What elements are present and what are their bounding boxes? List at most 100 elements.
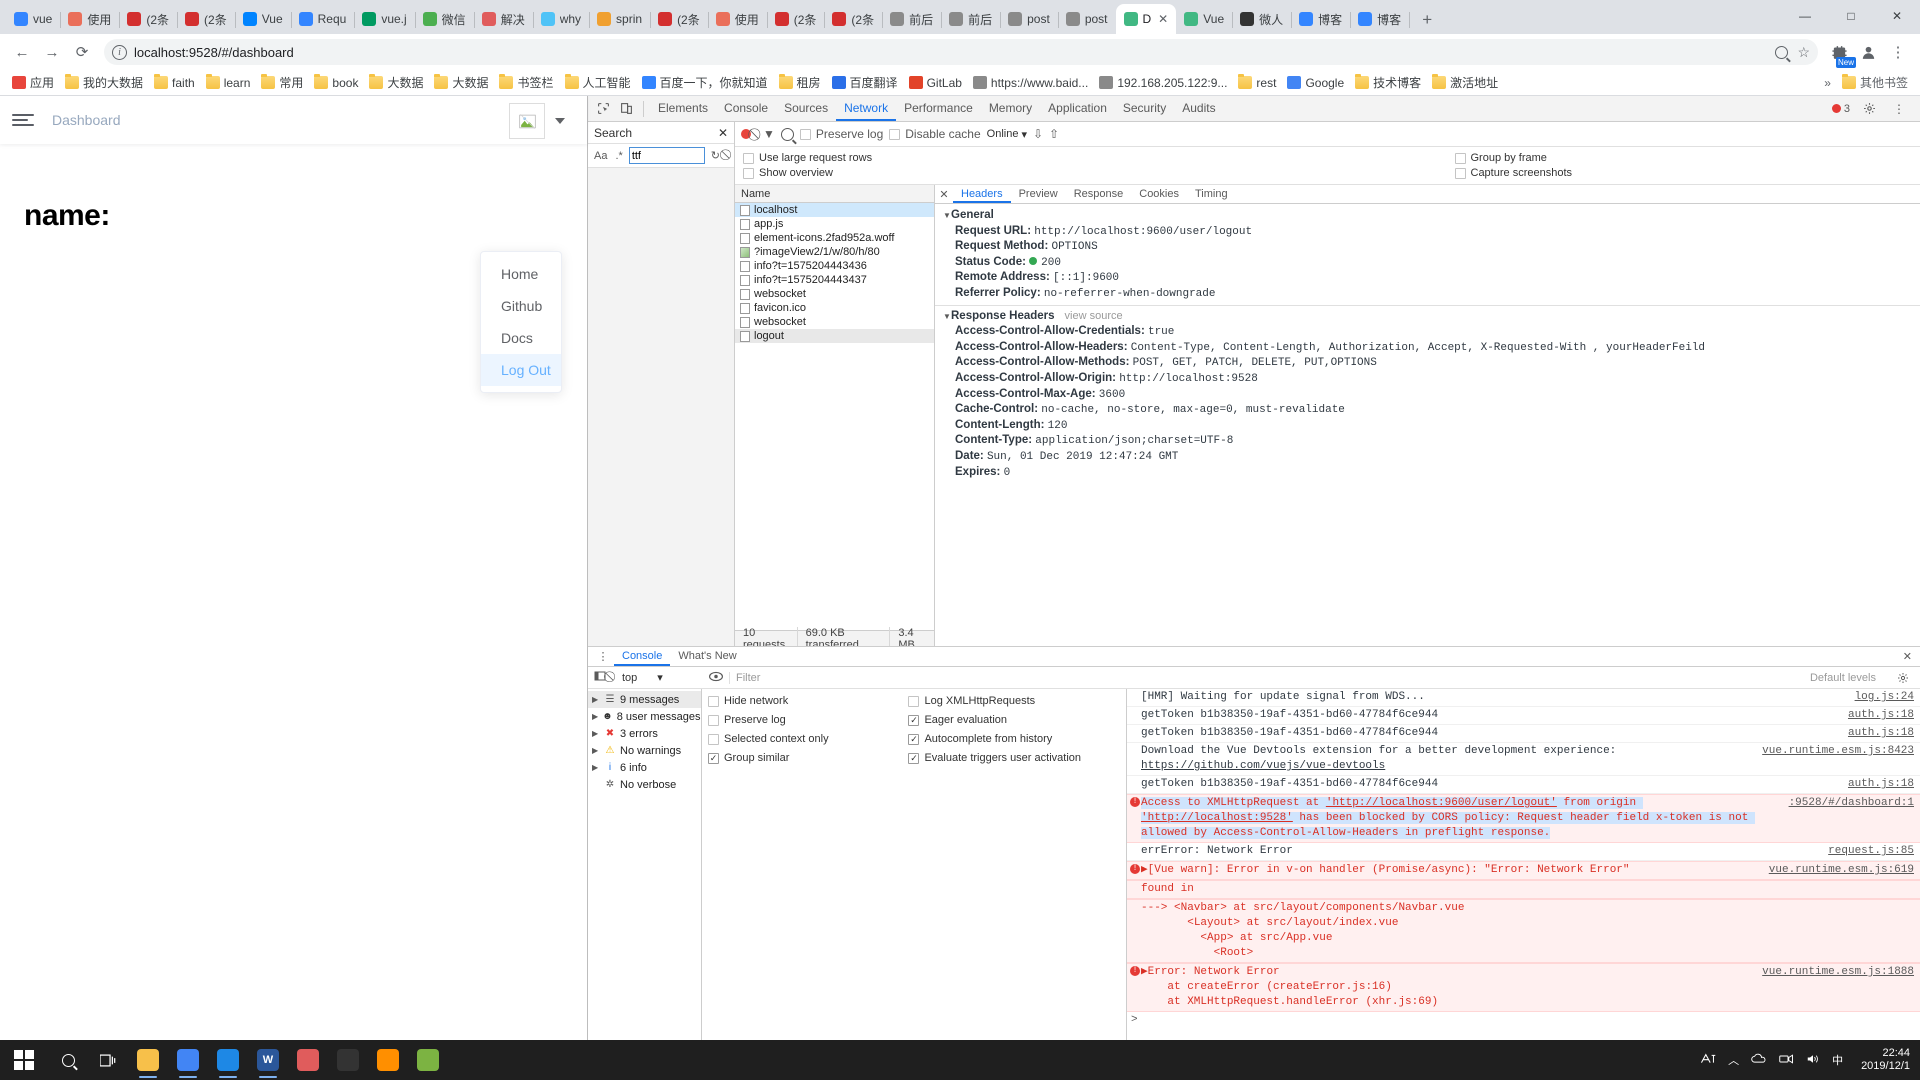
console-message[interactable]: getToken b1b38350-19af-4351-bd60-47784f6… <box>1127 776 1920 794</box>
cloud-icon[interactable] <box>1751 1053 1767 1067</box>
browser-tab[interactable]: post <box>1058 4 1117 34</box>
capture-screenshots-checkbox[interactable]: Capture screenshots <box>1454 167 1572 179</box>
disable-cache-checkbox[interactable]: Disable cache <box>889 127 981 141</box>
inspect-element-icon[interactable] <box>592 98 614 120</box>
bookmark-item[interactable]: 人工智能 <box>560 72 636 93</box>
bookmark-item[interactable]: GitLab <box>904 74 967 92</box>
throttling-select[interactable]: Online ▾ <box>987 128 1027 141</box>
dropdown-item-github[interactable]: Github <box>481 290 561 322</box>
console-sidebar-item[interactable]: ▶ ☻ 8 user messages <box>588 708 701 725</box>
bookmark-item[interactable]: Google <box>1282 74 1349 92</box>
console-source-link[interactable]: vue.runtime.esm.js:619 <box>1757 863 1920 878</box>
console-source-link[interactable]: :9528/#/dashboard:1 <box>1777 796 1920 841</box>
network-icon[interactable] <box>1779 1053 1794 1068</box>
drawer-more-button[interactable]: ⋮ <box>592 646 614 668</box>
devtools-tab-security[interactable]: Security <box>1115 96 1174 121</box>
browser-tab[interactable]: vue <box>6 4 62 34</box>
dropdown-item-docs[interactable]: Docs <box>481 322 561 354</box>
console-message[interactable]: getToken b1b38350-19af-4351-bd60-47784f6… <box>1127 707 1920 725</box>
browser-tab[interactable]: post <box>1000 4 1059 34</box>
extension-button[interactable]: New <box>1826 39 1856 68</box>
browser-tab[interactable]: (2条 <box>767 4 826 34</box>
filter-icon[interactable]: ▼ <box>763 127 775 141</box>
drawer-tab-what-s-new[interactable]: What's New <box>670 647 744 666</box>
devtools-more-button[interactable]: ⋮ <box>1888 98 1910 120</box>
new-tab-button[interactable]: + <box>1413 6 1441 34</box>
devtools-tab-elements[interactable]: Elements <box>650 96 716 121</box>
devtools-tab-network[interactable]: Network <box>836 96 897 121</box>
taskbar-search-icon[interactable] <box>48 1040 88 1080</box>
request-row[interactable]: info?t=1575204443436 <box>735 259 934 273</box>
bookmark-item[interactable]: 技术博客 <box>1350 72 1426 93</box>
other-bookmarks-button[interactable]: 其他书签 <box>1837 72 1913 93</box>
browser-tab[interactable]: 微人 <box>1232 4 1293 34</box>
evaluate-triggers-checkbox[interactable]: ✓ Evaluate triggers user activation <box>908 752 1081 764</box>
taskbar-app-music-player[interactable] <box>288 1040 328 1080</box>
console-message[interactable]: getToken b1b38350-19af-4351-bd60-47784f6… <box>1127 725 1920 743</box>
browser-tab[interactable]: (2条 <box>177 4 236 34</box>
drawer-close-icon[interactable]: ✕ <box>1903 650 1920 663</box>
bookmark-item[interactable]: 192.168.205.122:9... <box>1094 74 1232 92</box>
console-sidebar-item[interactable]: ▶ ☰ 9 messages <box>588 691 701 708</box>
console-source-link[interactable]: vue.runtime.esm.js:1888 <box>1750 965 1920 1010</box>
console-sidebar-item[interactable]: ▶ ⚠ No warnings <box>588 742 701 759</box>
language-indicator[interactable]: 中 <box>1832 1052 1843 1068</box>
hide-network-checkbox[interactable]: Hide network <box>708 695 829 707</box>
browser-tab[interactable]: vue.j <box>354 4 416 34</box>
triangle-icon[interactable]: ▶ <box>592 763 600 772</box>
eager-evaluation-checkbox[interactable]: ✓ Eager evaluation <box>908 714 1081 726</box>
bookmarks-overflow-button[interactable]: » <box>1824 76 1831 90</box>
browser-tab[interactable]: (2条 <box>824 4 884 34</box>
devtools-tab-console[interactable]: Console <box>716 96 776 121</box>
browser-tab[interactable]: D ✕ <box>1115 4 1177 34</box>
bookmark-star-icon[interactable]: ☆ <box>1797 44 1810 61</box>
profile-avatar-button[interactable] <box>1854 38 1882 66</box>
taskbar-app-word[interactable]: W <box>248 1040 288 1080</box>
execution-context-select[interactable]: top ▾ <box>618 671 703 685</box>
close-icon[interactable]: ✕ <box>935 188 953 201</box>
site-info-icon[interactable]: i <box>112 44 127 60</box>
devtools-tab-performance[interactable]: Performance <box>896 96 981 121</box>
window-close-button[interactable]: ✕ <box>1874 0 1920 32</box>
request-row[interactable]: localhost <box>735 203 934 217</box>
response-headers-section-title[interactable]: ▼Response Headers view source <box>935 309 1920 325</box>
match-case-toggle[interactable]: Aa <box>592 150 609 162</box>
console-source-link[interactable]: auth.js:18 <box>1836 777 1920 792</box>
triangle-icon[interactable]: ▶ <box>592 729 600 738</box>
close-icon[interactable]: ✕ <box>718 126 728 140</box>
browser-menu-button[interactable]: ⋮ <box>1884 38 1912 66</box>
sidebar-toggle-icon[interactable] <box>594 670 606 685</box>
task-view-icon[interactable] <box>88 1040 128 1080</box>
bookmark-item[interactable]: https://www.baid... <box>968 74 1093 92</box>
record-button[interactable] <box>741 129 751 139</box>
browser-tab[interactable]: (2条 <box>119 4 179 34</box>
console-source-link[interactable]: auth.js:18 <box>1836 726 1920 741</box>
console-sidebar-item[interactable]: ✲ No verbose <box>588 776 701 793</box>
bookmark-item[interactable]: book <box>309 74 363 92</box>
browser-tab[interactable]: 使用 <box>708 4 768 34</box>
device-toolbar-icon[interactable] <box>615 98 637 120</box>
console-source-link[interactable]: vue.runtime.esm.js:8423 <box>1750 744 1920 774</box>
group-by-frame-checkbox[interactable]: Group by frame <box>1454 152 1573 164</box>
console-message[interactable]: ! Access to XMLHttpRequest at 'http://loc… <box>1127 794 1920 843</box>
taskbar-app-browser-blue[interactable] <box>208 1040 248 1080</box>
detail-tab-cookies[interactable]: Cookies <box>1131 185 1187 203</box>
request-row[interactable]: websocket <box>735 315 934 329</box>
use-large-request-rows-checkbox[interactable]: Use large request rows <box>743 152 872 164</box>
browser-tab[interactable]: 前后 <box>941 4 1002 34</box>
request-row[interactable]: ?imageView2/1/w/80/h/80 <box>735 245 934 259</box>
window-maximize-button[interactable]: □ <box>1828 0 1874 32</box>
browser-tab[interactable]: Vue <box>235 4 292 34</box>
browser-tab[interactable]: 博客 <box>1291 4 1352 34</box>
start-button[interactable] <box>0 1040 48 1080</box>
browser-tab[interactable]: 使用 <box>60 4 121 34</box>
bookmark-item[interactable]: 常用 <box>256 72 308 93</box>
console-message[interactable]: found in <box>1127 880 1920 899</box>
console-message[interactable]: Download the Vue Devtools extension for … <box>1127 743 1920 776</box>
bookmark-item[interactable]: rest <box>1233 74 1281 92</box>
browser-tab[interactable]: 解决 <box>474 4 534 34</box>
refresh-icon[interactable]: ↻ <box>709 149 722 162</box>
selected-context-only-checkbox[interactable]: Selected context only <box>708 733 829 745</box>
detail-tab-headers[interactable]: Headers <box>953 185 1011 203</box>
request-list-header[interactable]: Name <box>735 185 934 203</box>
